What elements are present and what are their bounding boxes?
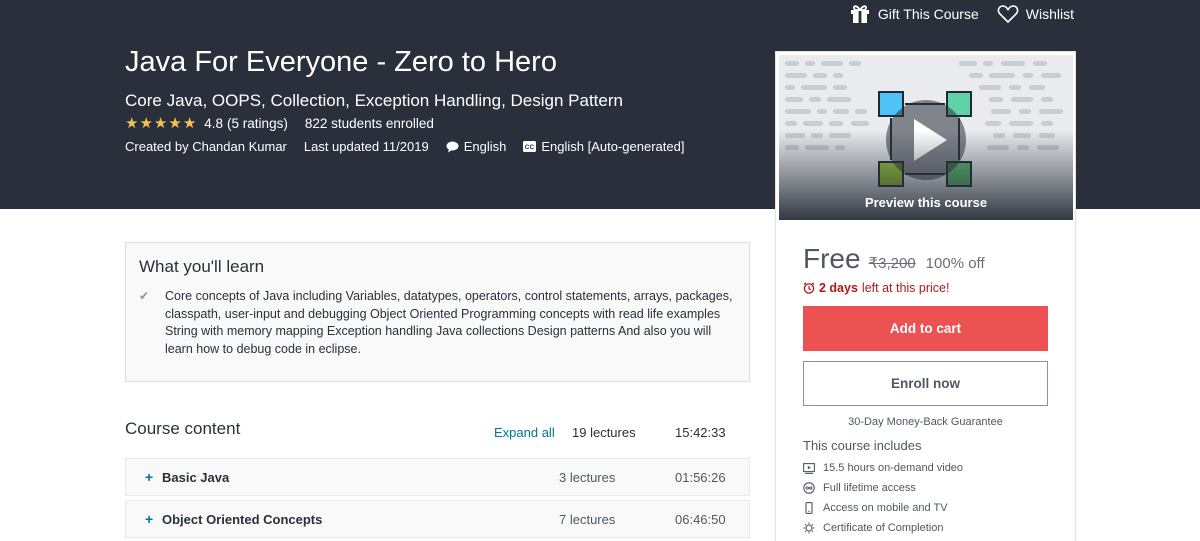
includes-item-label: Full lifetime access: [823, 482, 916, 494]
captions: CC English [Auto-generated]: [523, 139, 684, 154]
total-duration: 15:42:33: [675, 425, 726, 440]
language: English: [446, 139, 507, 154]
rating-stars: ★ ★ ★ ★ ★: [125, 116, 196, 131]
deadline-text: left at this price!: [861, 281, 950, 295]
created-by: Created by Chandan Kumar: [125, 139, 287, 154]
section-lectures: 7 lectures: [559, 512, 616, 527]
speech-bubble-icon: [446, 141, 459, 152]
includes-item-label: 15.5 hours on-demand video: [823, 462, 964, 474]
svg-text:CC: CC: [525, 144, 535, 151]
gift-course-button[interactable]: Gift This Course: [849, 4, 979, 24]
includes-item: 15.5 hours on-demand video: [803, 458, 963, 478]
section-duration: 01:56:26: [675, 470, 726, 485]
star-icon: ★: [125, 115, 139, 132]
course-section[interactable]: + Basic Java 3 lectures 01:56:26: [125, 458, 750, 496]
includes-item: Full lifetime access: [803, 478, 963, 498]
learn-item: ✔ Core concepts of Java including Variab…: [139, 288, 735, 358]
alarm-clock-icon: [803, 282, 815, 294]
captions-text: English [Auto-generated]: [541, 139, 685, 154]
last-updated: Last updated 11/2019: [304, 139, 429, 154]
preview-label: Preview this course: [864, 195, 988, 210]
current-price: Free: [803, 243, 861, 274]
section-duration: 06:46:50: [675, 512, 726, 527]
price-row: Free ₹3,200 100% off: [803, 243, 985, 275]
course-title: Java For Everyone - Zero to Hero: [125, 46, 557, 78]
closed-captions-icon: CC: [523, 141, 537, 152]
star-icon: ★: [182, 115, 197, 132]
checkmark-icon: ✔: [139, 289, 150, 303]
star-icon: ★: [168, 115, 182, 132]
infinity-icon: [803, 482, 815, 494]
gift-course-label: Gift This Course: [877, 6, 979, 22]
includes-item: Access on mobile and TV: [803, 498, 963, 518]
language-text: English: [463, 139, 507, 154]
course-meta: Created by Chandan Kumar Last updated 11…: [125, 139, 684, 154]
includes-item-label: Certificate of Completion: [823, 522, 944, 534]
created-by-text: Created by Chandan Kumar: [125, 139, 287, 154]
course-content-title: Course content: [125, 419, 241, 438]
section-lectures: 3 lectures: [559, 470, 616, 485]
add-to-cart-button[interactable]: Add to cart: [803, 306, 1048, 351]
course-preview[interactable]: Preview this course: [779, 55, 1073, 220]
video-icon: [803, 462, 815, 474]
section-name: Basic Java: [162, 470, 230, 485]
price-deadline: 2 days left at this price!: [803, 281, 949, 295]
rating-value: 4.8: [204, 116, 224, 131]
certificate-icon: [803, 522, 815, 534]
includes-list: 15.5 hours on-demand video Full lifetime…: [803, 458, 963, 538]
students-enrolled: 822 students enrolled: [304, 116, 434, 131]
course-subtitle: Core Java, OOPS, Collection, Exception H…: [125, 91, 623, 110]
includes-item-label: Access on mobile and TV: [823, 502, 948, 514]
expand-all-link[interactable]: Expand all: [494, 425, 555, 440]
section-name: Object Oriented Concepts: [162, 512, 323, 527]
mobile-tv-icon: [805, 502, 813, 514]
gift-icon: [850, 5, 869, 23]
learn-title: What you'll learn: [139, 257, 265, 276]
last-updated-text: Last updated 11/2019: [303, 139, 429, 154]
discount-percent: 100% off: [925, 255, 985, 272]
includes-title: This course includes: [803, 438, 922, 453]
topbar-actions: Gift This Course Wishlist: [849, 4, 1074, 24]
ratings-count-link[interactable]: (5 ratings): [227, 116, 288, 131]
course-section[interactable]: + Object Oriented Concepts 7 lectures 06…: [125, 500, 750, 538]
wishlist-button[interactable]: Wishlist: [997, 4, 1074, 24]
plus-icon: +: [145, 511, 154, 527]
includes-item: Certificate of Completion: [803, 518, 963, 538]
learn-item-text: Core concepts of Java including Variable…: [165, 289, 733, 356]
star-icon: ★: [153, 115, 168, 132]
money-back-guarantee: 30-Day Money-Back Guarantee: [848, 416, 1003, 428]
total-lectures: 19 lectures: [572, 425, 636, 440]
what-youll-learn: What you'll learn ✔ Core concepts of Jav…: [125, 242, 750, 382]
heart-icon: [997, 5, 1019, 24]
wishlist-label: Wishlist: [1025, 6, 1074, 22]
enroll-now-button[interactable]: Enroll now: [803, 361, 1048, 406]
plus-icon: +: [145, 469, 154, 485]
star-icon: ★: [139, 115, 153, 132]
rating-row: ★ ★ ★ ★ ★ 4.8 (5 ratings) 822 students e…: [125, 116, 434, 131]
original-price: ₹3,200: [868, 255, 916, 272]
deadline-days: 2 days: [819, 281, 858, 295]
